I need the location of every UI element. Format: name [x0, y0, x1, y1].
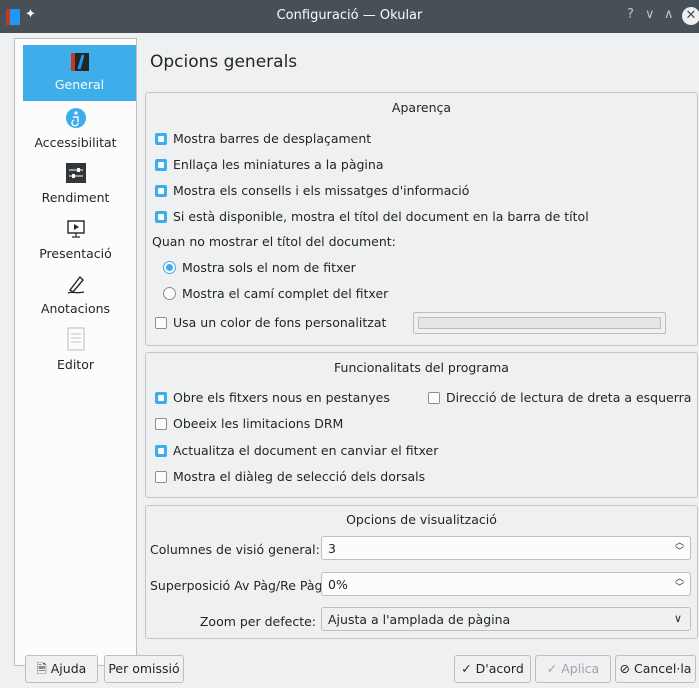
okular-icon	[70, 53, 89, 71]
sidebar-item-label: Anotacions	[40, 301, 111, 316]
group-title: Funcionalitats del programa	[334, 360, 509, 375]
editor-icon	[67, 327, 84, 351]
rtl-reading-checkbox[interactable]: Direcció de lectura de dreta a esquerra	[428, 390, 691, 405]
sidebar-item-annotations[interactable]: Anotacions	[14, 273, 137, 316]
button-label: D'acord	[475, 661, 524, 676]
checkbox-box[interactable]	[155, 471, 167, 483]
cancel-icon: ⊘	[619, 661, 631, 676]
show-doc-title-checkbox[interactable]: Si està disponible, mostra el títol del …	[155, 209, 589, 224]
sidebar-item-label: Accessibilitat	[34, 135, 117, 150]
checkbox-label: Usa un color de fons personalitzat	[173, 315, 387, 330]
page-overlap-label: Superposició Av Pàg/Re Pàg:	[150, 578, 327, 593]
checkbox-label: Mostra el diàleg de selecció dels dorsal…	[173, 469, 426, 484]
sidebar-item-label: Editor	[57, 357, 94, 372]
show-full-path-radio[interactable]: Mostra el camí complet del fitxer	[163, 286, 388, 301]
checkbox-label: Direcció de lectura de dreta a esquerra	[446, 390, 692, 405]
show-backend-dialog-checkbox[interactable]: Mostra el diàleg de selecció dels dorsal…	[155, 469, 425, 484]
link-thumbnails-checkbox[interactable]: Enllaça les miniatures a la pàgina	[155, 157, 383, 172]
checkbox-box[interactable]	[155, 317, 167, 329]
title-bar: ✦ Configuració — Okular ? ∨ ∧ ✕	[0, 0, 699, 33]
checkbox-box[interactable]	[155, 418, 167, 430]
page-overlap-spinbox[interactable]: 0% ︿ ﹀	[321, 572, 691, 596]
maximize-icon[interactable]: ∧	[664, 7, 674, 22]
check-icon: ✓	[546, 661, 558, 676]
sidebar-item-label: Rendiment	[41, 190, 110, 205]
default-zoom-label: Zoom per defecte:	[199, 614, 316, 629]
group-title: Aparença	[391, 100, 452, 115]
checkbox-label: Obeeix les limitacions DRM	[173, 416, 344, 431]
sidebar-item-performance[interactable]: Rendiment	[14, 162, 137, 205]
spin-arrows-icon[interactable]: ︿ ﹀	[675, 575, 684, 593]
color-swatch	[418, 317, 661, 329]
check-icon: ✓	[461, 661, 472, 676]
dropdown-value: Ajusta a l'amplada de pàgina	[328, 612, 511, 627]
open-in-tabs-checkbox[interactable]: Obre els fitxers nous en pestanyes	[155, 390, 390, 405]
apply-button[interactable]: ✓ Aplica	[535, 655, 611, 683]
sidebar-item-editor[interactable]: Editor	[14, 327, 137, 372]
checkbox-box[interactable]	[155, 445, 167, 457]
background-color-button[interactable]	[413, 312, 666, 334]
performance-icon	[65, 163, 86, 183]
sidebar-item-label: Presentació	[39, 246, 112, 261]
annotations-icon	[67, 275, 84, 294]
page-title: Opcions generals	[150, 52, 298, 72]
checkbox-label: Mostra barres de desplaçament	[173, 131, 372, 146]
obey-drm-checkbox[interactable]: Obeeix les limitacions DRM	[155, 416, 343, 431]
group-title: Opcions de visualització	[346, 512, 497, 527]
checkbox-box[interactable]	[428, 392, 440, 404]
defaults-button[interactable]: Per omissió	[104, 655, 184, 683]
sidebar-item-presentation[interactable]: Presentació	[14, 218, 137, 261]
checkbox-label: Enllaça les miniatures a la pàgina	[173, 157, 384, 172]
help-icon[interactable]: ?	[627, 7, 634, 22]
button-label: Per omissió	[108, 661, 180, 676]
sidebar-item-general[interactable]: General	[23, 45, 136, 101]
checkbox-label: Obre els fitxers nous en pestanyes	[173, 390, 390, 405]
radio-label: Mostra el camí complet del fitxer	[182, 286, 389, 301]
reload-on-change-checkbox[interactable]: Actualitza el document en canviar el fit…	[155, 443, 438, 458]
checkbox-label: Si està disponible, mostra el títol del …	[173, 209, 589, 224]
overview-columns-label: Columnes de visió general:	[150, 542, 320, 557]
show-hints-checkbox[interactable]: Mostra els consells i els missatges d'in…	[155, 183, 469, 198]
button-label: Cancel·la	[634, 661, 692, 676]
radio-button[interactable]	[163, 287, 176, 300]
spin-arrows-icon[interactable]: ︿ ﹀	[675, 539, 684, 557]
spinbox-value: 3	[328, 541, 336, 556]
presentation-icon	[66, 220, 85, 238]
accessibility-icon	[65, 108, 86, 128]
show-filename-radio[interactable]: Mostra sols el nom de fitxer	[163, 260, 356, 275]
checkbox-label: Actualitza el document en canviar el fit…	[173, 443, 439, 458]
button-label: Aplica	[561, 661, 600, 676]
help-button[interactable]: 🗎 Ajuda	[25, 655, 98, 683]
checkbox-box[interactable]	[155, 185, 167, 197]
when-not-title-label: Quan no mostrar el títol del document:	[152, 234, 396, 249]
sidebar-item-accessibility[interactable]: Accessibilitat	[14, 107, 137, 150]
custom-bg-checkbox[interactable]: Usa un color de fons personalitzat	[155, 315, 386, 330]
spinbox-value: 0%	[328, 577, 348, 592]
chevron-down-icon: ∨	[673, 612, 682, 625]
checkbox-box[interactable]	[155, 133, 167, 145]
close-icon[interactable]: ✕	[682, 7, 699, 25]
checkbox-label: Mostra els consells i els missatges d'in…	[173, 183, 470, 198]
window-title: Configuració — Okular	[276, 8, 423, 23]
checkbox-box[interactable]	[155, 211, 167, 223]
checkbox-box[interactable]	[155, 392, 167, 404]
help-button-icon: 🗎	[36, 661, 47, 676]
cancel-button[interactable]: ⊘ Cancel·la	[615, 655, 696, 683]
show-scrollbars-checkbox[interactable]: Mostra barres de desplaçament	[155, 131, 371, 146]
checkbox-box[interactable]	[155, 159, 167, 171]
sidebar-item-label: General	[54, 77, 105, 92]
radio-label: Mostra sols el nom de fitxer	[182, 260, 356, 275]
overview-columns-spinbox[interactable]: 3 ︿ ﹀	[321, 536, 691, 560]
default-zoom-dropdown[interactable]: Ajusta a l'amplada de pàgina ∨	[321, 607, 691, 631]
minimize-icon[interactable]: ∨	[645, 7, 655, 22]
ok-button[interactable]: ✓ D'acord	[454, 655, 531, 683]
radio-button[interactable]	[163, 261, 176, 274]
button-label: Ajuda	[50, 661, 87, 676]
